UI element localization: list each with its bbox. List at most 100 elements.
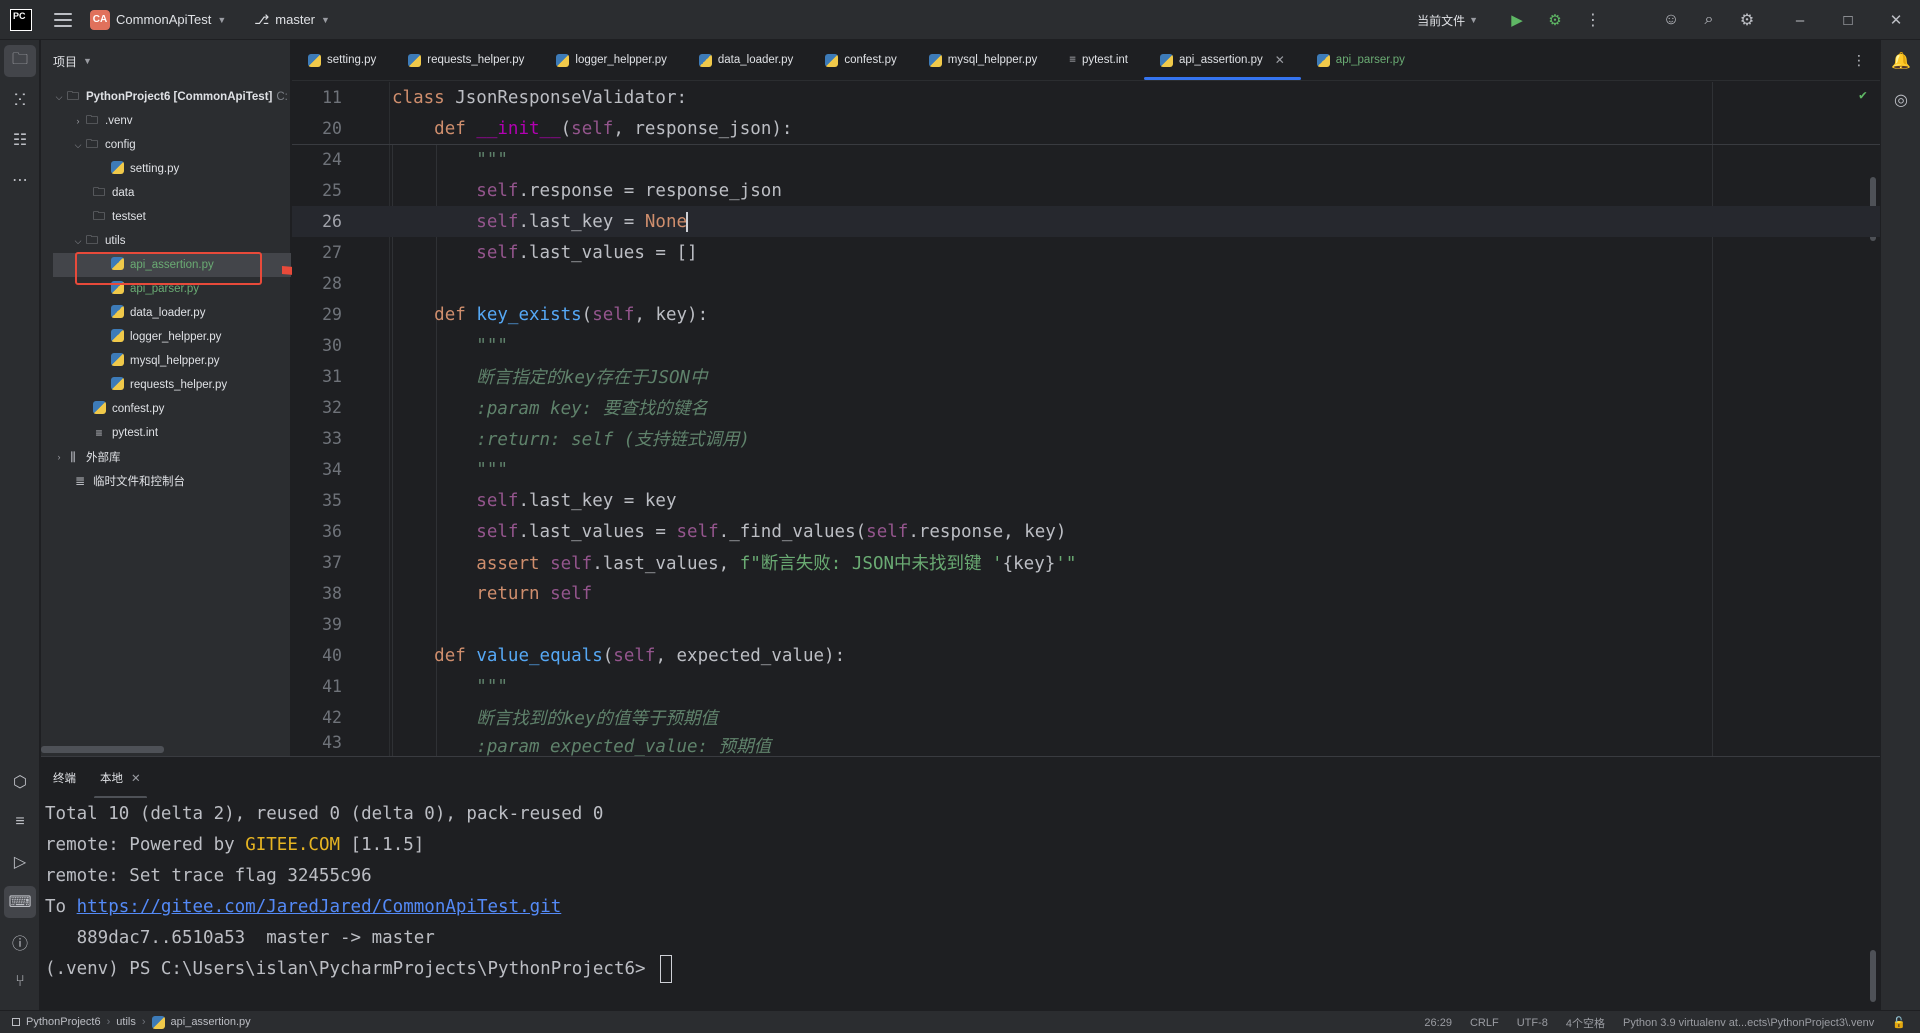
horizontal-scrollbar[interactable] [41, 746, 164, 753]
add-user-icon[interactable]: ☺ [1652, 0, 1690, 40]
code-line: 28 [292, 268, 1880, 299]
project-folder-icon[interactable]: 🗀 [4, 45, 36, 77]
tree-item-pytest-ini[interactable]: ≡ pytest.int [41, 421, 291, 445]
code-token: '" [1055, 554, 1077, 574]
layers-icon[interactable]: ≡ [4, 806, 36, 838]
code-token: .last_values = [] [518, 242, 698, 263]
code-token: , expected_value): [655, 645, 846, 666]
tab-terminal-local[interactable]: 本地 ✕ [88, 757, 153, 799]
code-token: .response, key) [908, 521, 1067, 542]
code-token: """ [476, 459, 508, 480]
breadcrumb-item[interactable]: utils [116, 1016, 136, 1028]
terminal-prompt: (.venv) PS C:\Users\islan\PycharmProject… [45, 958, 657, 979]
run-config-selector[interactable]: 当前文件 ▼ [1417, 12, 1478, 29]
code-line: 42 断言找到的key的值等于预期值 [292, 702, 1880, 733]
tab-pytest-ini[interactable]: ≡ pytest.int [1053, 40, 1144, 80]
code-line: 24 """ [292, 144, 1880, 175]
tab-api-parser[interactable]: api_parser.py [1301, 40, 1421, 80]
tree-label: PythonProject6 [CommonApiTest] [86, 91, 273, 103]
python-file-icon [308, 53, 321, 67]
tree-item-requests[interactable]: requests_helper.py [41, 373, 291, 397]
git-icon[interactable]: ⑂ [4, 966, 36, 998]
tab-api-assertion[interactable]: api_assertion.py ✕ [1143, 40, 1301, 80]
folder-icon: 🗀 [92, 208, 105, 223]
line-number: 20 [322, 119, 342, 138]
minimize-icon[interactable]: – [1776, 0, 1824, 40]
structure-icon[interactable]: ☷ [4, 124, 36, 156]
tree-item-testset[interactable]: 🗀 testset [41, 205, 291, 229]
tab-mysql-helpper[interactable]: mysql_helpper.py [913, 40, 1054, 80]
more-vertical-icon[interactable]: ⋮ [1574, 0, 1612, 40]
ai-assistant-icon[interactable]: ◎ [1885, 84, 1917, 116]
python-file-icon [825, 53, 839, 67]
tree-item-mysql[interactable]: mysql_helpper.py [41, 349, 291, 373]
tab-requests-helper[interactable]: requests_helper.py [392, 40, 540, 80]
tab-confest[interactable]: confest.py [809, 40, 912, 80]
tree-item-external-libs[interactable]: › ⫼ 外部库 [41, 445, 291, 469]
breadcrumb-item[interactable]: PythonProject6 [26, 1016, 101, 1028]
terminal-output[interactable]: Total 10 (delta 2), reused 0 (delta 0), … [41, 798, 1880, 1010]
project-switcher[interactable]: CA CommonApiTest ▼ [90, 9, 226, 30]
tree-item-setting[interactable]: setting.py [41, 157, 291, 181]
line-number: 36 [322, 522, 342, 541]
tree-label: requests_helper.py [130, 379, 228, 391]
tab-data-loader[interactable]: data_loader.py [683, 40, 809, 80]
services-icon[interactable]: ▷ [4, 846, 36, 878]
tree-item-data-loader[interactable]: data_loader.py [41, 301, 291, 325]
tree-item-scratches[interactable]: ≣ 临时文件和控制台 [41, 469, 291, 493]
run-icon[interactable]: ▶ [1498, 0, 1536, 40]
code-token: :param expected_value: 预期值 [476, 737, 772, 756]
breadcrumb-item[interactable]: api_assertion.py [171, 1016, 251, 1028]
tree-item-config[interactable]: ⌵ 🗀 config [41, 133, 291, 157]
terminal-title-label: 终端 [53, 772, 76, 785]
lock-icon[interactable]: 🔓 [1892, 1016, 1906, 1029]
chevron-down-icon: ▼ [83, 56, 92, 66]
tree-item-data[interactable]: 🗀 data [41, 181, 291, 205]
commit-icon[interactable]: ⵘ [4, 84, 36, 116]
code-editor[interactable]: ✔ 11 class JsonResponseValidator: 20 def… [292, 82, 1880, 756]
right-tool-strip: 🔔 ◎ [1880, 40, 1920, 1010]
terminal-text: Total 10 (delta 2), reused 0 (delta 0), … [45, 803, 604, 824]
tab-setting[interactable]: setting.py [292, 40, 392, 80]
tree-item-logger[interactable]: logger_helpper.py [41, 325, 291, 349]
folder-icon: 🗀 [66, 88, 79, 103]
repo-link[interactable]: https://gitee.com/JaredJared/CommonApiTe… [77, 897, 562, 917]
main-menu-icon[interactable] [54, 12, 72, 27]
line-separator[interactable]: CRLF [1470, 1017, 1499, 1029]
tree-item-venv[interactable]: › 🗀 .venv [41, 109, 291, 133]
code-token: self [866, 521, 909, 542]
status-bar: PythonProject6 › utils › api_assertion.p… [0, 1010, 1920, 1033]
close-tab-icon[interactable]: ✕ [1275, 53, 1285, 67]
caret-position[interactable]: 26:29 [1424, 1017, 1452, 1029]
more-horizontal-icon[interactable]: ⋯ [4, 164, 36, 196]
tab-logger-helpper[interactable]: logger_helpper.py [540, 40, 682, 80]
debug-icon[interactable]: ⚙ [1536, 0, 1574, 40]
file-encoding[interactable]: UTF-8 [1517, 1017, 1548, 1029]
settings-gear-icon[interactable]: ⚙ [1728, 0, 1766, 40]
problems-icon[interactable]: ⓘ [4, 926, 36, 958]
tab-label: confest.py [844, 54, 897, 66]
indent-setting[interactable]: 4个空格 [1566, 1015, 1605, 1031]
close-icon[interactable]: ✕ [1872, 0, 1920, 40]
restore-icon[interactable]: □ [1824, 0, 1872, 40]
close-tab-icon[interactable]: ✕ [131, 771, 141, 785]
project-panel-header[interactable]: 项目 ▼ [41, 40, 290, 82]
tree-label: config [105, 139, 136, 151]
terminal-scrollbar[interactable] [1870, 950, 1876, 1002]
code-token: assert [476, 554, 540, 574]
tree-item-utils[interactable]: ⌵ 🗀 utils [41, 229, 291, 253]
python-console-icon[interactable]: ⬡ [4, 766, 36, 798]
terminal-icon[interactable]: ⌨ [4, 886, 36, 918]
python-interpreter[interactable]: Python 3.9 virtualenv at...ects\PythonPr… [1623, 1017, 1874, 1029]
notifications-bell-icon[interactable]: 🔔 [1885, 45, 1917, 77]
tree-item-confest[interactable]: confest.py [41, 397, 291, 421]
code-token: .last_key = key [518, 490, 677, 511]
more-vertical-icon[interactable]: ⋮ [1852, 52, 1866, 69]
tree-item-root[interactable]: ⌵ 🗀 PythonProject6 [CommonApiTest] C: [41, 85, 291, 109]
terminal-tab-bar: 终端 本地 ✕ [41, 756, 1880, 799]
text-file-icon: ≡ [95, 426, 103, 440]
branch-switcher[interactable]: ⎇ master ▼ [254, 12, 330, 28]
terminal-prompt-line[interactable]: (.venv) PS C:\Users\islan\PycharmProject… [45, 953, 673, 984]
code-line: 32 :param key: 要查找的键名 [292, 392, 1880, 423]
search-icon[interactable]: ⌕ [1690, 0, 1728, 40]
